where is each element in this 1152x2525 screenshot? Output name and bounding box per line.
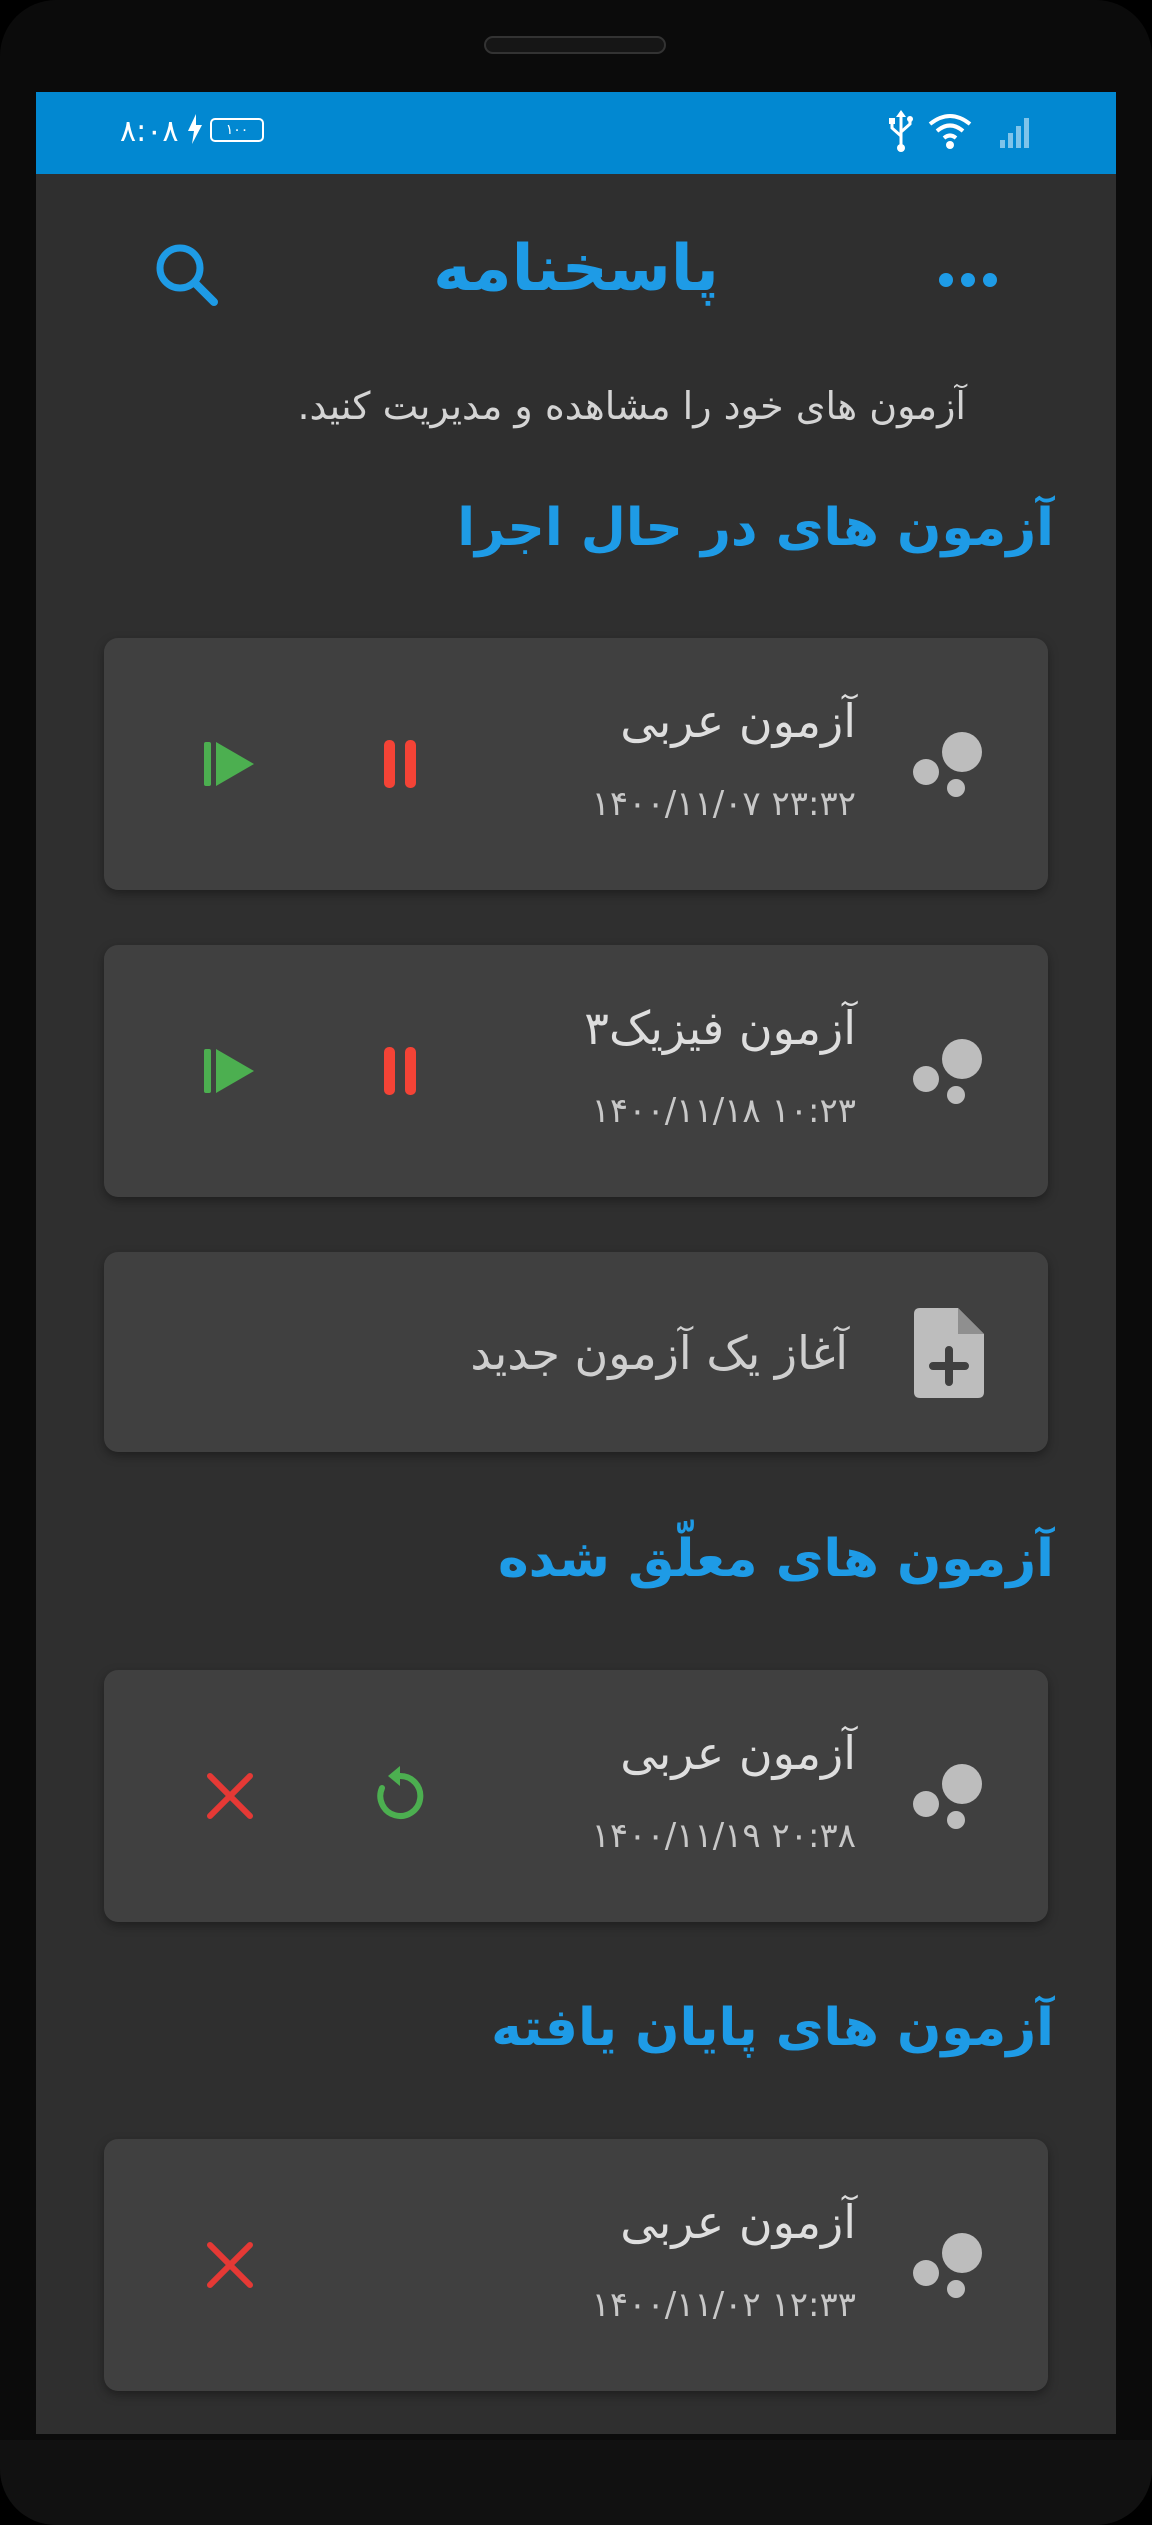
search-button[interactable] [152,240,222,310]
restore-button[interactable] [368,1764,432,1828]
page-title: پاسخنامه [433,232,719,306]
status-time: ۸:۰۸ [120,114,179,149]
page-subtitle: آزمون های خود را مشاهده و مدیریت کنید. [297,384,966,428]
phone-frame: ۸:۰۸ ۱۰۰ پاسخنامه آزمون های خود را مشاهد… [0,0,1152,2525]
pause-button[interactable] [368,732,432,796]
phone-speaker [484,36,666,54]
section-title-suspended: آزمون های معلّق شده [497,1529,1054,1589]
exam-title: آزمون عربی [620,2195,856,2249]
bubbles-icon [910,1758,986,1834]
file-plus-icon [914,1308,984,1398]
bubbles-icon [910,1033,986,1109]
exam-title: آزمون عربی [620,1726,856,1780]
exam-title: آزمون فیزیک۳ [584,1001,856,1055]
battery-icon: ۱۰۰ [210,118,264,142]
exam-card-running-2[interactable]: آزمون فیزیک۳ ۱۴۰۰/۱۱/۱۸ ۱۰:۲۳ [104,945,1048,1197]
exam-date: ۱۴۰۰/۱۱/۰۷ ۲۳:۳۲ [591,784,856,824]
signal-icon [998,114,1034,154]
delete-button[interactable] [198,2233,262,2297]
more-button[interactable] [936,268,1006,298]
more-dots-icon [936,273,1006,296]
bubbles-icon [910,2227,986,2303]
exam-date: ۱۴۰۰/۱۱/۰۲ ۱۲:۳۳ [591,2285,856,2325]
new-exam-label: آغاز یک آزمون جدید [470,1326,848,1380]
section-title-finished: آزمون های پایان یافته [491,1998,1054,2058]
pause-button[interactable] [368,1039,432,1103]
usb-icon [886,108,916,158]
search-icon [152,244,222,314]
exam-date: ۱۴۰۰/۱۱/۱۸ ۱۰:۲۳ [591,1091,856,1131]
play-button[interactable] [198,732,262,796]
exam-title: آزمون عربی [620,694,856,748]
wifi-icon [928,112,972,156]
status-bar: ۸:۰۸ ۱۰۰ [36,92,1116,174]
play-button[interactable] [198,1039,262,1103]
section-title-running: آزمون های در حال اجرا [457,498,1054,558]
exam-date: ۱۴۰۰/۱۱/۱۹ ۲۰:۳۸ [591,1816,856,1856]
exam-card-suspended-1[interactable]: آزمون عربی ۱۴۰۰/۱۱/۱۹ ۲۰:۳۸ [104,1670,1048,1922]
phone-bottom-bezel [0,2440,1152,2525]
new-exam-button[interactable]: آغاز یک آزمون جدید [104,1252,1048,1452]
charging-icon [186,112,204,153]
exam-card-finished-1[interactable]: آزمون عربی ۱۴۰۰/۱۱/۰۲ ۱۲:۳۳ [104,2139,1048,2391]
app-screen: ۸:۰۸ ۱۰۰ پاسخنامه آزمون های خود را مشاهد… [36,92,1116,2434]
exam-card-running-1[interactable]: آزمون عربی ۱۴۰۰/۱۱/۰۷ ۲۳:۳۲ [104,638,1048,890]
delete-button[interactable] [198,1764,262,1828]
bubbles-icon [910,726,986,802]
